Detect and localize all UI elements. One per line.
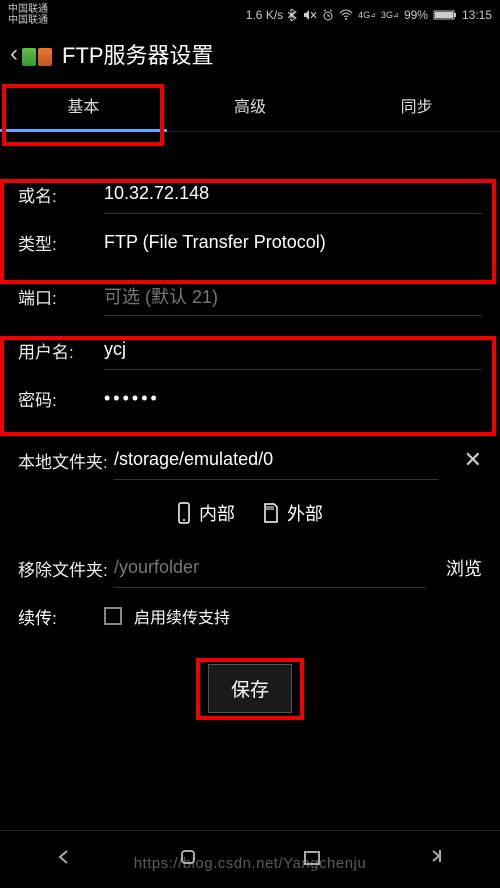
tab-sync-label: 同步 [401, 93, 433, 117]
username-label: 用户名: [18, 338, 104, 363]
row-type: 类型: FTP (File Transfer Protocol) [0, 218, 500, 266]
row-password: 密码: •••••• [0, 374, 500, 422]
nav-recent-icon[interactable] [302, 847, 322, 872]
clear-localdir-button[interactable]: ✕ [438, 447, 482, 473]
row-removefolder: 移除文件夹: /yourfolder 浏览 [0, 544, 500, 592]
nav-vnav-icon[interactable] [426, 846, 448, 873]
status-bar: 中国联通 中国联通 1.6 K/s 4G⊿ 3G⊿ 99% 13:15 [0, 0, 500, 30]
browse-button[interactable]: 浏览 [426, 555, 482, 581]
close-icon: ✕ [464, 447, 482, 472]
storage-external-label: 外部 [287, 500, 323, 526]
android-navbar [0, 830, 500, 888]
nav-home-icon[interactable] [178, 847, 198, 872]
row-host: 或名: 10.32.72.148 [0, 170, 500, 218]
host-field[interactable]: 10.32.72.148 [104, 174, 482, 214]
resume-checkbox[interactable] [104, 607, 122, 625]
password-label: 密码: [18, 386, 104, 411]
storage-toggle: 内部 外部 [0, 488, 500, 538]
mute-icon [303, 9, 317, 21]
signal-4g-icon: 4G⊿ [358, 10, 376, 20]
removefolder-label: 移除文件夹: [18, 556, 114, 581]
username-field[interactable]: ycj [104, 330, 482, 370]
localdir-field[interactable]: /storage/emulated/0 [114, 440, 438, 480]
tab-basic-label: 基本 [67, 93, 99, 117]
port-label: 端口: [18, 284, 104, 309]
localdir-label: 本地文件夹: [18, 448, 114, 473]
battery-percentage: 99% [404, 8, 428, 22]
tab-advanced[interactable]: 高级 [167, 78, 334, 131]
page-title: FTP服务器设置 [62, 38, 214, 70]
resume-text: 启用续传支持 [134, 604, 230, 628]
tab-basic[interactable]: 基本 [0, 78, 167, 131]
storage-external-button[interactable]: 外部 [263, 500, 323, 526]
network-speed: 1.6 K/s [246, 8, 283, 22]
storage-internal-button[interactable]: 内部 [177, 500, 235, 526]
alarm-icon [322, 9, 334, 21]
carrier-label: 中国联通 中国联通 [8, 4, 48, 26]
nav-back-icon[interactable] [52, 846, 74, 873]
clock: 13:15 [462, 8, 492, 22]
sdcard-icon [263, 503, 279, 523]
removefolder-field[interactable]: /yourfolder [114, 548, 426, 588]
save-button[interactable]: 保存 [208, 664, 292, 713]
app-icon [22, 42, 56, 66]
phone-icon [177, 502, 191, 524]
bluetooth-icon [288, 8, 298, 22]
row-localdir: 本地文件夹: /storage/emulated/0 ✕ [0, 436, 500, 484]
tab-bar: 基本 高级 同步 [0, 78, 500, 132]
signal-3g-icon: 3G⊿ [381, 10, 399, 20]
storage-internal-label: 内部 [199, 500, 235, 526]
wifi-icon [339, 9, 353, 21]
type-label: 类型: [18, 230, 104, 255]
password-field[interactable]: •••••• [104, 378, 482, 418]
host-label: 或名: [18, 182, 104, 207]
type-field[interactable]: FTP (File Transfer Protocol) [104, 222, 482, 262]
resume-label: 续传: [18, 604, 104, 629]
row-resume: 续传: 启用续传支持 [0, 592, 500, 640]
tab-sync[interactable]: 同步 [333, 78, 500, 131]
form: 或名: 10.32.72.148 类型: FTP (File Transfer … [0, 132, 500, 713]
row-username: 用户名: ycj [0, 326, 500, 374]
battery-icon [433, 9, 457, 21]
row-port: 端口: 可选 (默认 21) [0, 272, 500, 320]
back-icon[interactable]: ‹ [6, 40, 22, 68]
port-field[interactable]: 可选 (默认 21) [104, 276, 482, 316]
app-bar: ‹ FTP服务器设置 [0, 30, 500, 78]
tab-advanced-label: 高级 [234, 93, 266, 117]
